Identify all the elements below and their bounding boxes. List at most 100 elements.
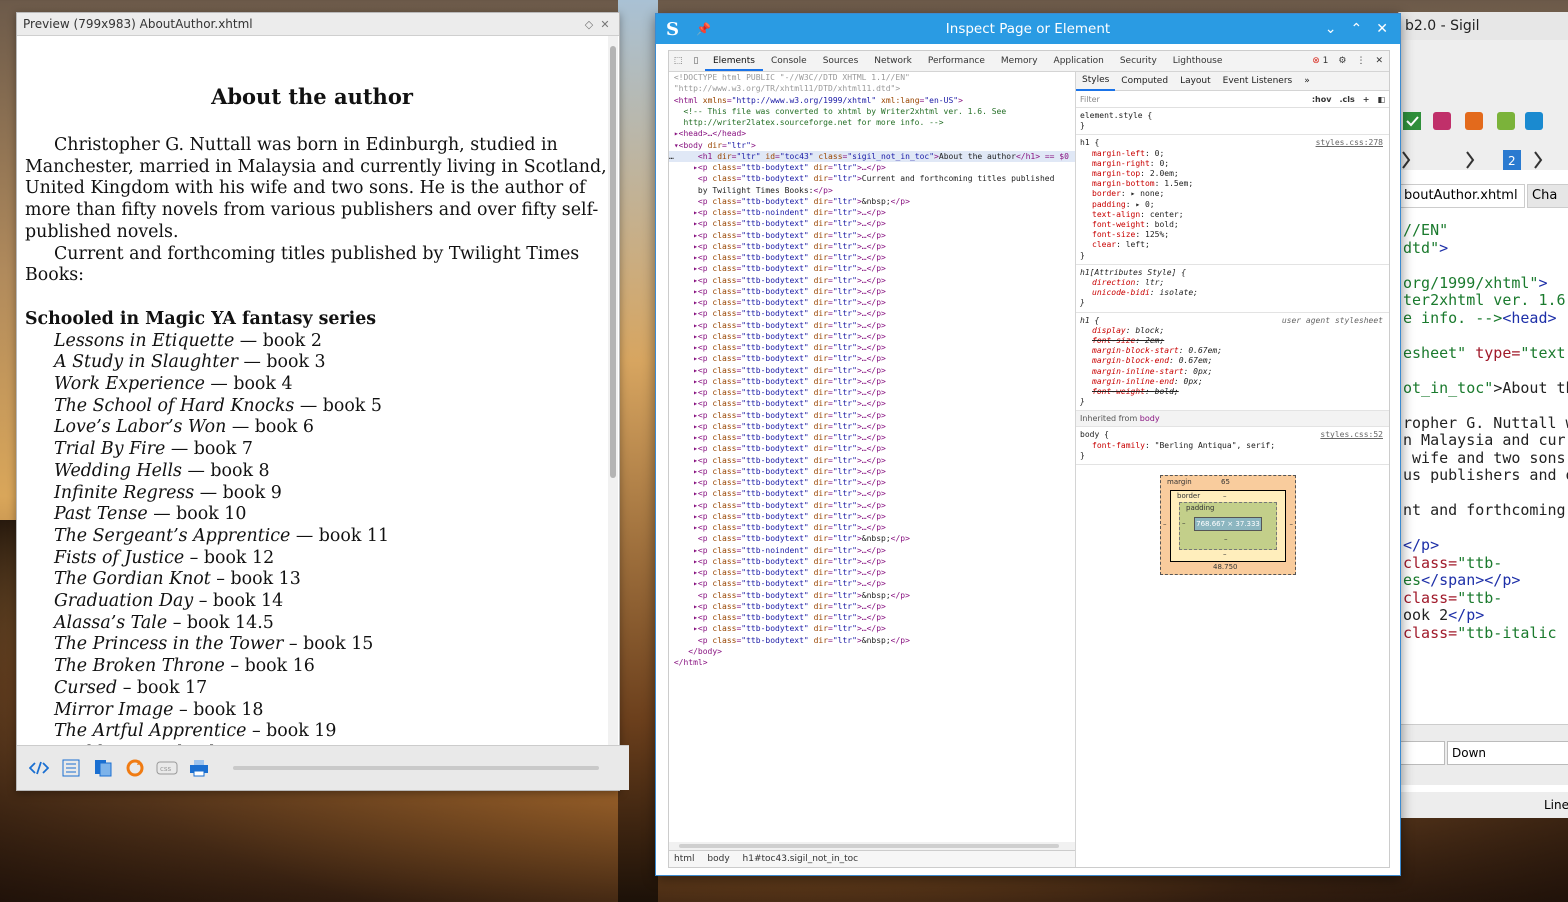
css-icon[interactable]: css [155, 756, 179, 780]
element-row[interactable]: ▸<p class="ttb-bodytext" dir="ltr">…</p> [669, 263, 1075, 274]
tab-lighthouse[interactable]: Lighthouse [1165, 51, 1231, 71]
device-toggle-icon[interactable]: ▯ [687, 56, 705, 66]
sigil-toolbar-icons[interactable]: 2 [1399, 40, 1568, 170]
elements-hscroll[interactable] [669, 842, 1075, 850]
element-row[interactable]: ▸<p class="ttb-bodytext" dir="ltr">…</p> [669, 275, 1075, 286]
element-row[interactable]: ▸<p class="ttb-bodytext" dir="ltr">…</p> [669, 578, 1075, 589]
elements-tree[interactable]: <!DOCTYPE html PUBLIC "-//W3C//DTD XHTML… [669, 72, 1076, 867]
chevron-down-icon[interactable]: ⌄ [1325, 21, 1337, 37]
more-icon[interactable]: ⋮ [1356, 56, 1365, 66]
scrollbar-thumb[interactable] [610, 46, 616, 478]
element-row[interactable]: ▸<p class="ttb-bodytext" dir="ltr">…</p> [669, 241, 1075, 252]
rule-body[interactable]: styles.css:52 body { font-family: "Berli… [1076, 427, 1389, 466]
code-icon[interactable] [27, 756, 51, 780]
element-row[interactable]: ▸<p class="ttb-bodytext" dir="ltr">…</p> [669, 443, 1075, 454]
more-tabs-icon[interactable]: » [1298, 72, 1316, 90]
tab-computed[interactable]: Computed [1115, 72, 1174, 90]
element-row[interactable]: ▸<p class="ttb-bodytext" dir="ltr">…</p> [669, 511, 1075, 522]
sigil-tab-aboutauthor[interactable]: boutAuthor.xhtml [1399, 184, 1525, 208]
element-row[interactable]: ▸<p class="ttb-bodytext" dir="ltr">…</p> [669, 252, 1075, 263]
element-row[interactable]: ▸<p class="ttb-bodytext" dir="ltr">…</p> [669, 387, 1075, 398]
element-row[interactable]: ▸<p class="ttb-bodytext" dir="ltr">…</p> [669, 556, 1075, 567]
element-row[interactable]: <p class="ttb-bodytext" dir="ltr">&nbsp;… [669, 635, 1075, 646]
element-row[interactable]: ▸<p class="ttb-bodytext" dir="ltr">…</p> [669, 365, 1075, 376]
sigil-tab-other[interactable]: Cha [1527, 184, 1568, 208]
element-row[interactable]: ▸<p class="ttb-bodytext" dir="ltr">…</p> [669, 466, 1075, 477]
element-row[interactable]: ▸<p class="ttb-bodytext" dir="ltr">…</p> [669, 421, 1075, 432]
copy-icon[interactable] [91, 756, 115, 780]
tab-styles[interactable]: Styles [1076, 72, 1116, 91]
element-row[interactable]: ▸<p class="ttb-bodytext" dir="ltr">…</p> [669, 567, 1075, 578]
element-row[interactable]: <p class="ttb-bodytext" dir="ltr">&nbsp;… [669, 533, 1075, 544]
error-badge[interactable]: ⊗ 1 [1312, 56, 1328, 66]
toggle-sidebar-icon[interactable]: ◧ [1377, 95, 1385, 104]
crumb-html[interactable]: html [669, 854, 700, 864]
preview-titlebar[interactable]: Preview (799x983) AboutAuthor.xhtml ◇ ✕ [17, 13, 619, 36]
find-mode-dropdown[interactable] [1399, 741, 1445, 765]
crumb-h1[interactable]: h1#toc43.sigil_not_in_toc [738, 854, 864, 864]
element-row[interactable]: ▸<p class="ttb-bodytext" dir="ltr">…</p> [669, 612, 1075, 623]
float-icon[interactable]: ◇ [581, 18, 597, 31]
tab-network[interactable]: Network [866, 51, 920, 71]
rule-h1[interactable]: styles.css:278 h1 { margin-left: 0; marg… [1076, 135, 1389, 265]
element-row[interactable]: ▸<p class="ttb-bodytext" dir="ltr">…</p> [669, 410, 1075, 421]
close-icon[interactable]: ✕ [597, 18, 613, 31]
refresh-icon[interactable] [123, 756, 147, 780]
tab-elements[interactable]: Elements [705, 51, 763, 71]
element-row[interactable]: <p class="ttb-bodytext" dir="ltr">&nbsp;… [669, 590, 1075, 601]
element-row[interactable]: ▸<p class="ttb-noindent" dir="ltr">…</p> [669, 545, 1075, 556]
pin-icon[interactable]: 📌 [696, 22, 711, 36]
rule-attributes-style[interactable]: h1[Attributes Style] { direction: ltr; u… [1076, 265, 1389, 313]
rule-source-link[interactable]: styles.css:278 [1316, 138, 1383, 148]
find-direction-select[interactable]: Down [1447, 741, 1568, 765]
print-icon[interactable] [187, 756, 211, 780]
tab-application[interactable]: Application [1046, 51, 1112, 71]
element-rows[interactable]: ▸<p class="ttb-noindent" dir="ltr">…</p>… [669, 207, 1075, 646]
devtools-titlebar[interactable]: S 📌 Inspect Page or Element ⌄ ⌃ ✕ [656, 14, 1400, 44]
add-rule-icon[interactable]: + [1363, 95, 1370, 104]
inspect-icon[interactable]: ⬚ [669, 56, 687, 66]
element-row[interactable]: ▸<p class="ttb-bodytext" dir="ltr">…</p> [669, 320, 1075, 331]
preview-scrollbar[interactable] [608, 36, 618, 745]
element-row[interactable]: ▸<p class="ttb-bodytext" dir="ltr">…</p> [669, 432, 1075, 443]
tab-security[interactable]: Security [1112, 51, 1165, 71]
list-icon[interactable] [59, 756, 83, 780]
element-row[interactable]: ▸<p class="ttb-bodytext" dir="ltr">…</p> [669, 331, 1075, 342]
element-row[interactable]: ▸<p class="ttb-bodytext" dir="ltr">…</p> [669, 522, 1075, 533]
tab-event-listeners[interactable]: Event Listeners [1217, 72, 1299, 90]
element-row[interactable]: ▸<p class="ttb-bodytext" dir="ltr">…</p> [669, 230, 1075, 241]
element-row[interactable]: ▸<p class="ttb-bodytext" dir="ltr">…</p> [669, 488, 1075, 499]
tab-layout[interactable]: Layout [1174, 72, 1217, 90]
element-row[interactable]: ▸<p class="ttb-bodytext" dir="ltr">…</p> [669, 477, 1075, 488]
chevron-up-icon[interactable]: ⌃ [1351, 21, 1363, 37]
rule-element-style[interactable]: element.style {} [1076, 108, 1389, 136]
cls-button[interactable]: .cls [1339, 95, 1354, 104]
tab-sources[interactable]: Sources [815, 51, 867, 71]
crumb-body[interactable]: body [702, 854, 734, 864]
sigil-code-view[interactable]: //EN" dtd"> org/1999/xhtml"> ter2xhtml v… [1403, 221, 1568, 642]
tab-console[interactable]: Console [763, 51, 815, 71]
scrollbar-thumb[interactable] [679, 844, 1059, 848]
tab-memory[interactable]: Memory [993, 51, 1046, 71]
element-row[interactable]: ▸<p class="ttb-bodytext" dir="ltr">…</p> [669, 297, 1075, 308]
zoom-slider[interactable] [233, 766, 599, 770]
element-row[interactable]: ▸<p class="ttb-bodytext" dir="ltr">…</p> [669, 286, 1075, 297]
gear-icon[interactable]: ⚙ [1338, 56, 1346, 66]
element-row[interactable]: ▸<p class="ttb-bodytext" dir="ltr">…</p> [669, 353, 1075, 364]
element-row[interactable]: ▸<p class="ttb-noindent" dir="ltr">…</p> [669, 207, 1075, 218]
element-row[interactable]: ▸<p class="ttb-bodytext" dir="ltr">…</p> [669, 623, 1075, 634]
element-row[interactable]: ▸<p class="ttb-bodytext" dir="ltr">…</p> [669, 376, 1075, 387]
element-row[interactable]: ▸<p class="ttb-bodytext" dir="ltr">…</p> [669, 342, 1075, 353]
rule-source-link[interactable]: styles.css:52 [1320, 430, 1383, 440]
element-row[interactable]: ▸<p class="ttb-bodytext" dir="ltr">…</p> [669, 601, 1075, 612]
tab-performance[interactable]: Performance [920, 51, 993, 71]
element-row[interactable]: ▸<p class="ttb-bodytext" dir="ltr">…</p> [669, 500, 1075, 511]
box-model-diagram[interactable]: margin 65 – – border – padding – 768.667… [1160, 475, 1296, 575]
element-row[interactable]: ▸<p class="ttb-bodytext" dir="ltr">…</p> [669, 455, 1075, 466]
close-icon[interactable]: ✕ [1375, 56, 1383, 66]
rule-user-agent[interactable]: user agent stylesheet h1 { display: bloc… [1076, 313, 1389, 412]
hov-button[interactable]: :hov [1312, 95, 1332, 104]
element-row[interactable]: ▸<p class="ttb-bodytext" dir="ltr">…</p> [669, 218, 1075, 229]
element-row[interactable]: ▸<p class="ttb-bodytext" dir="ltr">…</p> [669, 398, 1075, 409]
preview-document[interactable]: About the author Christopher G. Nuttall … [17, 36, 607, 745]
